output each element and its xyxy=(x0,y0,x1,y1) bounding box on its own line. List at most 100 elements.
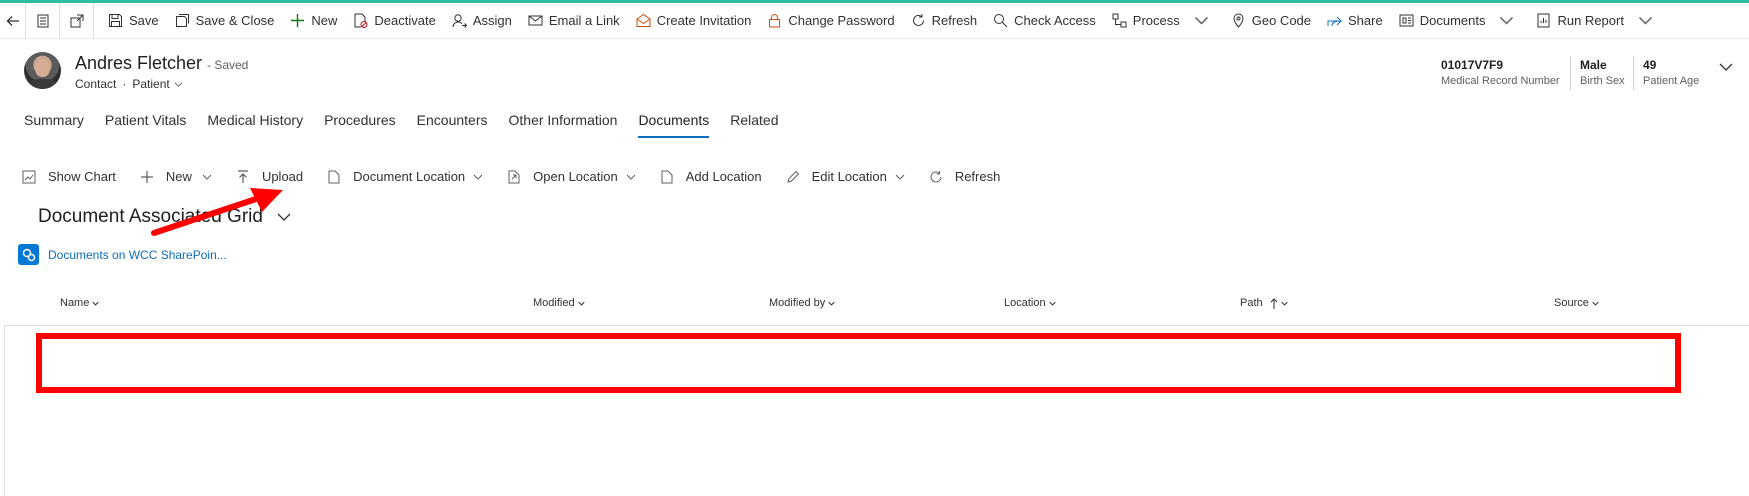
refresh-button[interactable]: Refresh xyxy=(903,3,986,39)
age-value: 49 xyxy=(1643,58,1657,72)
chart-icon xyxy=(22,170,36,183)
back-button[interactable] xyxy=(0,3,25,39)
document-location-button[interactable]: Document Location xyxy=(327,169,483,184)
sort-ascending-icon xyxy=(1270,297,1277,309)
email-icon xyxy=(528,15,543,26)
show-chart-button[interactable]: Show Chart xyxy=(22,169,116,184)
report-icon xyxy=(1537,13,1550,28)
tab-summary[interactable]: Summary xyxy=(24,112,84,138)
open-new-window-button[interactable] xyxy=(60,3,93,39)
command-bar: Save Save & Close New Deactivate Assign … xyxy=(0,2,1749,39)
subgrid-refresh-button[interactable]: Refresh xyxy=(929,169,1001,184)
documents-icon xyxy=(1399,14,1414,27)
change-password-button[interactable]: Change Password xyxy=(759,3,902,39)
column-source-label: Source xyxy=(1554,297,1589,309)
email-link-label: Email a Link xyxy=(548,13,620,28)
chevron-down-icon xyxy=(1638,16,1652,25)
form-selector-button[interactable] xyxy=(26,3,59,39)
chevron-down-icon xyxy=(92,301,99,306)
open-location-label: Open Location xyxy=(533,169,618,184)
tab-procedures[interactable]: Procedures xyxy=(324,112,396,138)
grid-left-border xyxy=(4,326,5,496)
column-header-location[interactable]: Location xyxy=(1004,297,1056,309)
column-header-path[interactable]: Path xyxy=(1240,297,1288,309)
column-header-name[interactable]: Name xyxy=(60,297,99,309)
age-label: Patient Age xyxy=(1643,75,1700,87)
column-header-source[interactable]: Source xyxy=(1554,297,1599,309)
tab-medical-history[interactable]: Medical History xyxy=(207,112,303,138)
share-icon xyxy=(1327,16,1342,27)
tab-patient-vitals[interactable]: Patient Vitals xyxy=(105,112,186,138)
process-button[interactable]: Process xyxy=(1104,3,1223,39)
grid-header-divider xyxy=(4,325,1749,326)
subgrid-refresh-label: Refresh xyxy=(954,169,1001,184)
save-button[interactable]: Save xyxy=(100,3,167,39)
add-location-icon xyxy=(661,170,673,183)
save-icon xyxy=(109,14,122,27)
record-header: Andres Fletcher - Saved Contact · Patien… xyxy=(0,40,1749,100)
tab-documents[interactable]: Documents xyxy=(638,112,710,138)
chevron-down-icon xyxy=(277,213,291,221)
tab-encounters[interactable]: Encounters xyxy=(417,112,488,138)
record-page: Save Save & Close New Deactivate Assign … xyxy=(0,0,1749,496)
save-close-button[interactable]: Save & Close xyxy=(167,3,283,39)
column-modified-label: Modified xyxy=(533,297,575,309)
grid-view-selector[interactable]: Document Associated Grid xyxy=(38,206,291,228)
run-report-button[interactable]: Run Report xyxy=(1528,3,1666,39)
form-name: Patient xyxy=(132,77,170,91)
upload-icon xyxy=(237,169,248,183)
geo-code-button[interactable]: Geo Code xyxy=(1223,3,1319,39)
new-button[interactable]: New xyxy=(282,3,345,39)
column-header-modified-by[interactable]: Modified by xyxy=(769,297,835,309)
header-field-birth-sex: Male Birth Sex xyxy=(1580,58,1625,87)
change-password-label: Change Password xyxy=(788,13,895,28)
form-selector[interactable]: Patient xyxy=(132,77,183,91)
deactivate-label: Deactivate xyxy=(374,13,436,28)
save-close-label: Save & Close xyxy=(195,13,275,28)
create-invitation-label: Create Invitation xyxy=(656,13,752,28)
chevron-down-icon xyxy=(1500,16,1514,25)
avatar-shirt xyxy=(28,79,57,89)
deactivate-button[interactable]: Deactivate xyxy=(345,3,443,39)
tab-other-information[interactable]: Other Information xyxy=(509,112,618,138)
open-location-icon xyxy=(508,170,520,183)
subgrid-new-button[interactable]: New xyxy=(140,169,212,184)
document-location-label: Document Location xyxy=(353,169,466,184)
process-label: Process xyxy=(1132,13,1180,28)
chevron-down-icon xyxy=(1280,301,1288,306)
geo-code-label: Geo Code xyxy=(1251,13,1312,28)
create-invitation-button[interactable]: Create Invitation xyxy=(628,3,760,39)
documents-button[interactable]: Documents xyxy=(1391,3,1529,39)
save-status: - Saved xyxy=(207,58,249,72)
birth-sex-label: Birth Sex xyxy=(1580,75,1625,87)
column-name-label: Name xyxy=(60,297,90,309)
check-access-button[interactable]: Check Access xyxy=(985,3,1104,39)
map-pin-icon xyxy=(1233,13,1244,28)
edit-location-label: Edit Location xyxy=(811,169,887,184)
invitation-icon xyxy=(636,13,651,27)
assign-button[interactable]: Assign xyxy=(444,3,520,39)
column-path-label: Path xyxy=(1240,297,1263,309)
tab-related[interactable]: Related xyxy=(730,112,778,138)
sharepoint-icon xyxy=(18,244,39,265)
add-location-button[interactable]: Add Location xyxy=(660,169,762,184)
column-header-modified[interactable]: Modified xyxy=(533,297,585,309)
expand-header-chevron-icon[interactable] xyxy=(1719,62,1733,72)
subgrid-command-bar: Show Chart New Upload Document Location … xyxy=(22,169,1024,184)
save-close-icon xyxy=(175,14,189,27)
new-label: New xyxy=(311,13,338,28)
upload-button[interactable]: Upload xyxy=(236,169,303,184)
open-location-button[interactable]: Open Location xyxy=(507,169,636,184)
form-tabs: Summary Patient Vitals Medical History P… xyxy=(24,112,800,138)
add-location-label: Add Location xyxy=(685,169,762,184)
record-name: Andres Fletcher xyxy=(75,53,203,73)
share-button[interactable]: Share xyxy=(1319,3,1391,39)
edit-location-button[interactable]: Edit Location xyxy=(786,169,905,184)
record-type-line: Contact · Patient xyxy=(75,77,183,91)
sharepoint-location-link[interactable]: Documents on WCC SharePoin... xyxy=(18,244,227,265)
chevron-down-icon xyxy=(202,174,212,180)
annotation-highlight-box xyxy=(36,333,1681,393)
chevron-down-icon xyxy=(1048,301,1056,306)
email-link-button[interactable]: Email a Link xyxy=(520,3,628,39)
back-arrow-icon xyxy=(6,15,19,26)
